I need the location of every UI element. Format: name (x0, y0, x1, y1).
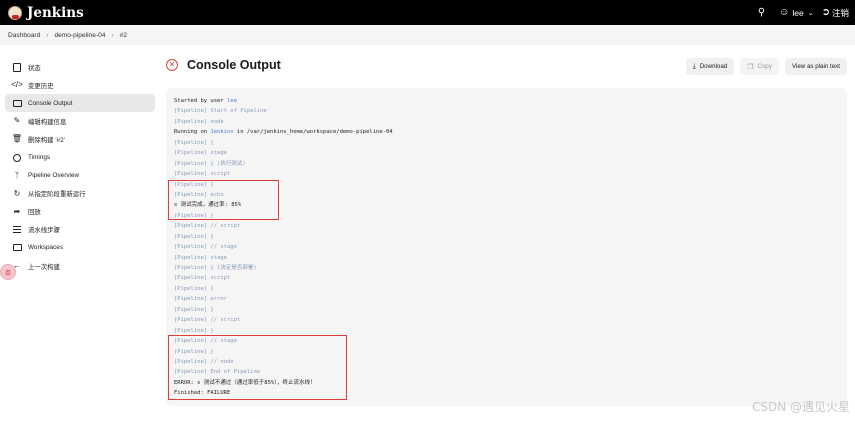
highlight-box-error (168, 335, 347, 400)
sidebar-item-console-output[interactable]: Console Output (5, 94, 155, 113)
console-line: [Pipeline] // script (174, 223, 241, 230)
breadcrumb-build[interactable]: #2 (120, 32, 127, 39)
replay-icon: ➦ (13, 206, 21, 216)
console-text: Started by user (174, 98, 227, 104)
chevron-down-icon: ⌄ (807, 9, 814, 17)
username: lee (792, 7, 804, 18)
highlight-box-echo (168, 180, 279, 220)
app-title: Jenkins (27, 4, 84, 21)
sidebar-item-label: 上一次构建 (28, 263, 60, 271)
sidebar-item-workspaces[interactable]: Workspaces (5, 239, 155, 257)
console-line: [Pipeline] } (174, 233, 214, 240)
document-icon (12, 62, 22, 72)
copy-button[interactable]: ❐ Copy (740, 58, 779, 75)
console-line: [Pipeline] script (174, 275, 231, 282)
console-actions: ⤓ Download ❐ Copy View as plain text (680, 58, 847, 75)
sidebar-item-label: Pipeline Overview (28, 172, 80, 180)
jenkins-logo[interactable]: Jenkins (8, 5, 84, 21)
view-plain-text-button[interactable]: View as plain text (784, 58, 847, 75)
top-header: Jenkins ⚲ ☺ lee ⌄ ➲ 注销 (0, 0, 855, 25)
console-line: Running on Jenkins in /var/jenkins_home/… (174, 127, 847, 137)
breadcrumb-job[interactable]: demo-pipeline-04 (54, 32, 105, 39)
rerun-icon: ↻ (13, 188, 21, 198)
breadcrumb: Dashboard › demo-pipeline-04 › #2 (0, 25, 855, 45)
console-line: Started by user lee (174, 96, 847, 106)
console-line: [Pipeline] // stage (174, 244, 237, 251)
breadcrumb-separator-icon: › (111, 31, 114, 39)
console-line: [Pipeline] node (174, 118, 224, 125)
sidebar: 状态 </> 变更历史 Console Output ✎ 编辑构建信息 🗑 删除… (5, 58, 155, 275)
trash-icon: 🗑 (11, 134, 23, 144)
sidebar-item-label: Console Output (28, 99, 73, 107)
view-plain-text-label: View as plain text (791, 63, 840, 70)
sidebar-item-previous-build[interactable]: ← 上一次构建 (5, 257, 155, 275)
sidebar-item-replay[interactable]: ➦ 回放 (5, 203, 155, 221)
sidebar-item-label: 状态 (28, 64, 41, 72)
watermark: CSDN @遇见火星 (751, 400, 850, 414)
sidebar-item-pipeline-overview[interactable]: ᛉ Pipeline Overview (5, 167, 155, 185)
console-line: [Pipeline] // script (174, 317, 241, 324)
user-icon: ☺ (779, 7, 790, 18)
download-label: Download (699, 63, 728, 70)
console-line: [Pipeline] } (174, 306, 214, 313)
failure-icon: ✕ (166, 59, 178, 71)
pipeline-icon: ᛉ (14, 170, 20, 180)
console-link[interactable]: Jenkins (210, 129, 233, 135)
sidebar-item-label: Workspaces (28, 244, 64, 252)
steps-icon (12, 225, 22, 235)
sidebar-item-changes[interactable]: </> 变更历史 (5, 76, 155, 94)
page-title-row: ✕ Console Output (166, 58, 281, 72)
console-line: [Pipeline] stage (174, 254, 227, 261)
sidebar-item-label: 变更历史 (28, 82, 54, 90)
terminal-icon (12, 98, 22, 108)
logout-icon: ➲ (821, 7, 830, 18)
sidebar-item-delete-build[interactable]: 🗑 删除构建 '#2' (5, 130, 155, 148)
console-line: [Pipeline] error (174, 296, 227, 303)
console-line: [Pipeline] { (执行测试) (174, 160, 246, 167)
sidebar-item-label: 从指定阶段重新运行 (28, 191, 86, 199)
console-line: [Pipeline] { (決定是否部署) (174, 265, 257, 271)
copy-label: Copy (757, 63, 772, 70)
console-line: [Pipeline] Start of Pipeline (174, 108, 267, 115)
sidebar-item-label: 删除构建 '#2' (28, 136, 65, 144)
download-button[interactable]: ⤓ Download (685, 58, 735, 75)
floating-widget-badge[interactable]: 荔 (0, 264, 16, 280)
sidebar-item-label: 回放 (28, 209, 41, 217)
console-line: [Pipeline] script (174, 171, 231, 178)
sidebar-item-label: 流水线步骤 (28, 227, 60, 235)
console-link[interactable]: lee (227, 98, 237, 104)
breadcrumb-separator-icon: › (46, 31, 49, 39)
folder-icon (12, 243, 22, 253)
console-line: [Pipeline] { (174, 285, 214, 292)
sidebar-item-timings[interactable]: Timings (5, 148, 155, 166)
sidebar-item-label: 编辑构建信息 (28, 118, 67, 126)
edit-icon: ✎ (13, 116, 21, 126)
jenkins-butler-icon (8, 5, 22, 20)
code-icon: </> (11, 80, 23, 90)
sidebar-item-pipeline-steps[interactable]: 流水线步骤 (5, 221, 155, 239)
sidebar-item-edit-build-info[interactable]: ✎ 编辑构建信息 (5, 112, 155, 130)
console-line: [Pipeline] stage (174, 150, 227, 157)
search-icon[interactable]: ⚲ (758, 7, 765, 18)
logout-label: 注销 (831, 7, 849, 18)
clock-icon (12, 153, 22, 163)
sidebar-item-label: Timings (28, 154, 51, 162)
logout-link[interactable]: ➲ 注销 (822, 7, 849, 19)
download-icon: ⤓ (692, 62, 696, 70)
copy-icon: ❐ (747, 63, 754, 71)
breadcrumb-dashboard[interactable]: Dashboard (8, 32, 40, 39)
header-actions: ⚲ ☺ lee ⌄ ➲ 注销 (758, 0, 849, 25)
sidebar-item-status[interactable]: 状态 (5, 58, 155, 76)
sidebar-item-restart-from-stage[interactable]: ↻ 从指定阶段重新运行 (5, 185, 155, 203)
console-text: in /var/jenkins_home/workspace/demo-pipe… (233, 129, 393, 136)
console-text: Running on (174, 129, 211, 136)
user-menu[interactable]: ☺ lee ⌄ (779, 7, 813, 18)
console-line: [Pipeline] { (174, 139, 214, 146)
page-title: Console Output (187, 58, 281, 72)
